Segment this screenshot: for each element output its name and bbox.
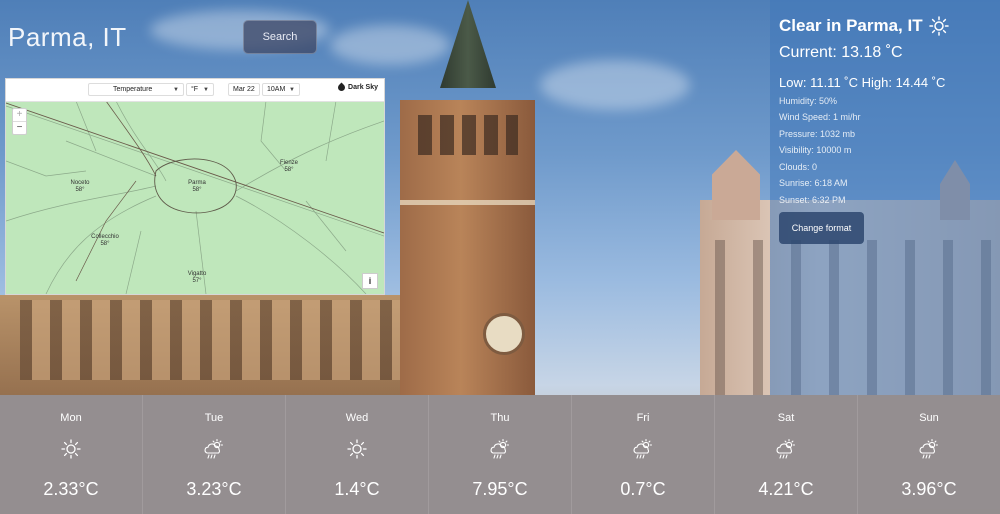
day-temperature: 3.23°C — [186, 479, 242, 499]
forecast-day: Tue 3.23°C — [143, 395, 286, 514]
forecast-day: Wed 1.4°C — [286, 395, 429, 514]
sunrise-text: Sunrise: 6:18 AM — [779, 178, 848, 188]
day-name: Sat — [777, 412, 795, 424]
humidity-text: Humidity: 50% — [779, 96, 838, 106]
map-toolbar: Temperature ▼ °F ▼ Mar 22 10AM ▼ Dark Sky — [6, 79, 384, 102]
map-label-collecchio: Collecchio 58° — [91, 234, 119, 247]
visibility-text: Visibility: 10000 m — [779, 145, 852, 155]
day-temperature: 1.4°C — [334, 479, 380, 499]
raindrop-icon — [336, 82, 347, 93]
forecast-day: Fri 0.7°C — [572, 395, 715, 514]
map-label-noceto: Noceto 58° — [70, 180, 90, 193]
forecast-day: Thu 7.95°C — [429, 395, 572, 514]
sunset-text: Sunset: 6:32 PM — [779, 195, 846, 205]
search-button[interactable]: Search — [243, 20, 317, 54]
weather-map[interactable]: Temperature ▼ °F ▼ Mar 22 10AM ▼ Dark Sky +… — [5, 78, 385, 295]
cloud-rain-sun-icon — [775, 438, 797, 460]
wind-speed-text: Wind Speed: 1 mi/hr — [779, 112, 861, 122]
map-label-parma: Parma 58° — [188, 180, 206, 193]
day-temperature: 3.96°C — [901, 479, 957, 499]
time-select[interactable]: 10AM ▼ — [262, 83, 300, 96]
day-temperature: 7.95°C — [472, 479, 528, 499]
day-name: Tue — [204, 412, 224, 424]
chevron-down-icon: ▼ — [203, 86, 209, 93]
change-format-button[interactable]: Change format — [779, 212, 864, 244]
date-select[interactable]: Mar 22 — [228, 83, 260, 96]
forecast-strip: Mon 2.33°C Tue 3.23°C Wed 1.4°C Thu 7.95… — [0, 395, 1000, 514]
map-info-button[interactable]: i — [362, 273, 378, 289]
map-label-vigatto: Vigatto 57° — [187, 271, 207, 284]
day-temperature: 2.33°C — [43, 479, 99, 499]
layer-select[interactable]: Temperature ▼ — [88, 83, 184, 96]
forecast-day: Sat 4.21°C — [715, 395, 858, 514]
forecast-day: Sun 3.96°C — [858, 395, 1000, 514]
city-title: Parma, IT — [8, 22, 127, 52]
dark-sky-logo[interactable]: Dark Sky — [336, 82, 378, 93]
low-high-temperature: Low: 11.11 ˚C High: 14.44 ˚C — [779, 75, 946, 90]
zoom-in-button[interactable]: + — [13, 109, 26, 122]
unit-select[interactable]: °F ▼ — [186, 83, 214, 96]
day-name: Mon — [60, 412, 82, 424]
map-label-fienze: Fienze 58° — [279, 160, 299, 173]
sun-icon — [346, 438, 368, 460]
day-name: Wed — [345, 412, 369, 424]
day-temperature: 4.21°C — [758, 479, 814, 499]
sun-icon — [928, 16, 949, 36]
cloud-rain-sun-icon — [918, 438, 940, 460]
day-temperature: 0.7°C — [620, 479, 666, 499]
day-name: Fri — [636, 412, 650, 424]
cloud-rain-sun-icon — [203, 438, 225, 460]
zoom-out-button[interactable]: − — [13, 122, 26, 134]
day-name: Thu — [490, 412, 510, 424]
zoom-control: + − — [12, 108, 27, 135]
cloud-rain-sun-icon — [632, 438, 654, 460]
cloud-rain-sun-icon — [489, 438, 511, 460]
day-name: Sun — [919, 412, 939, 424]
current-temperature: Current: 13.18 ˚C — [779, 44, 903, 61]
sun-icon — [60, 438, 82, 460]
clock-face — [483, 313, 525, 355]
forecast-day: Mon 2.33°C — [0, 395, 143, 514]
pressure-text: Pressure: 1032 mb — [779, 129, 856, 139]
clouds-text: Clouds: 0 — [779, 162, 818, 172]
chevron-down-icon: ▼ — [289, 86, 295, 93]
chevron-down-icon: ▼ — [173, 86, 179, 93]
weather-title: Clear in Parma, IT — [779, 16, 949, 36]
current-weather-panel: Clear in Parma, IT Current: 13.18 ˚C Low… — [770, 0, 1000, 395]
map-roads — [6, 101, 384, 294]
